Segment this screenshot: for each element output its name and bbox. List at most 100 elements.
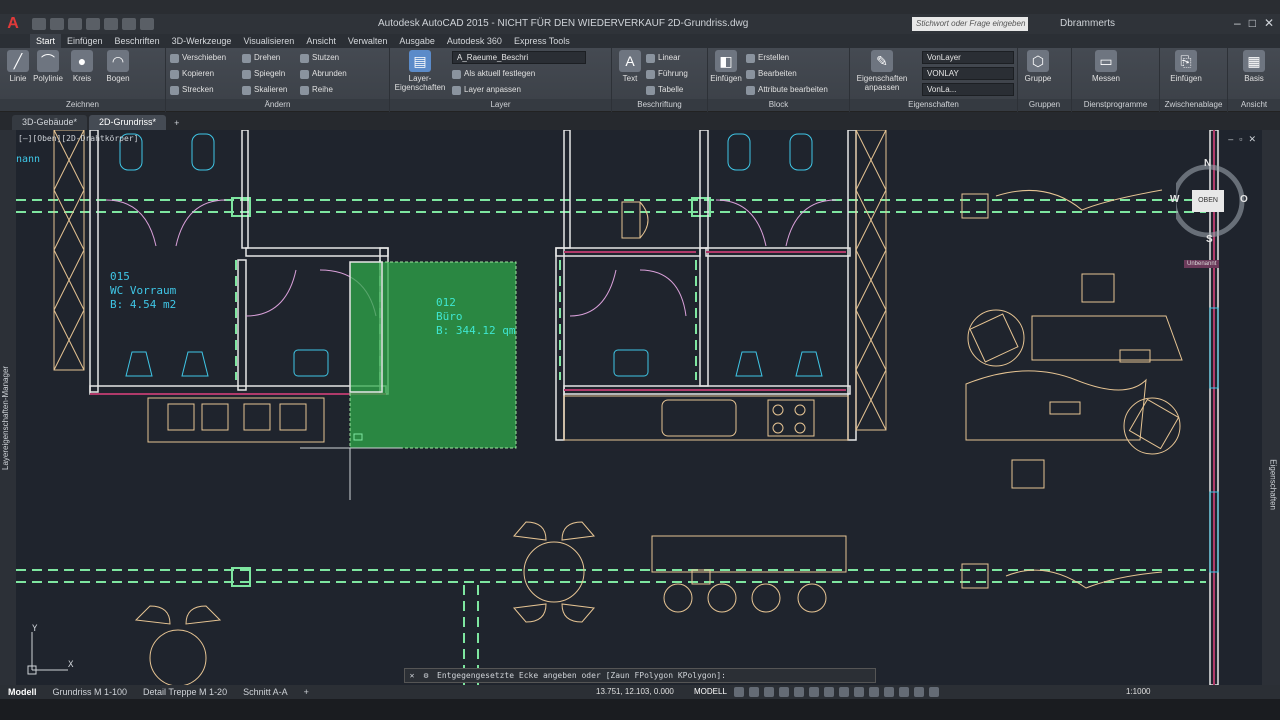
user-account[interactable]: Dbrammerts bbox=[1060, 18, 1115, 29]
redo-icon[interactable] bbox=[140, 18, 154, 30]
tab-ansicht[interactable]: Ansicht bbox=[300, 36, 342, 46]
new-file-icon[interactable] bbox=[32, 18, 46, 30]
edit-block-button[interactable]: Bearbeiten bbox=[746, 67, 797, 81]
minimize-icon[interactable]: – bbox=[1234, 16, 1241, 30]
ortho-icon[interactable] bbox=[764, 687, 774, 697]
linear-dim-button[interactable]: Linear bbox=[646, 51, 680, 65]
group-label-beschriftung[interactable]: Beschriftung bbox=[612, 99, 707, 111]
properties-palette[interactable]: Eigenschaften bbox=[1262, 130, 1280, 685]
doc-tab-2d-grundriss[interactable]: 2D-Grundriss* bbox=[89, 115, 167, 130]
viewport-restore-icon[interactable]: ▫ bbox=[1239, 134, 1242, 145]
new-tab-icon[interactable]: + bbox=[168, 116, 185, 130]
tab-verwalten[interactable]: Verwalten bbox=[342, 36, 394, 46]
workspace-icon[interactable] bbox=[914, 687, 924, 697]
leader-button[interactable]: Führung bbox=[646, 67, 688, 81]
move-button[interactable]: Verschieben bbox=[170, 51, 226, 65]
compass-east[interactable]: O bbox=[1240, 194, 1248, 205]
layer-properties-button[interactable]: ▤ Layer-Eigenschaften bbox=[392, 50, 448, 92]
undo-icon[interactable] bbox=[122, 18, 136, 30]
color-dropdown[interactable]: VonLayer bbox=[922, 51, 1014, 64]
3d-osnap-icon[interactable] bbox=[869, 687, 879, 697]
dynamic-ucs-icon[interactable] bbox=[884, 687, 894, 697]
annotation-icon[interactable] bbox=[899, 687, 909, 697]
drawing-area[interactable]: [–][Oben][2D-Drahtkörper] – ▫ ✕ nann 015… bbox=[16, 130, 1262, 685]
print-icon[interactable] bbox=[104, 18, 118, 30]
model-space-button[interactable]: MODELL bbox=[694, 685, 727, 699]
compass-west[interactable]: W bbox=[1170, 194, 1179, 205]
edit-attributes-button[interactable]: Attribute bearbeiten bbox=[746, 83, 828, 97]
stretch-button[interactable]: Strecken bbox=[170, 83, 214, 97]
group-button[interactable]: ⬡ Gruppe bbox=[1020, 50, 1056, 83]
isolate-icon[interactable] bbox=[929, 687, 939, 697]
array-button[interactable]: Reihe bbox=[300, 83, 333, 97]
group-label-eigenschaften[interactable]: Eigenschaften bbox=[850, 99, 1017, 111]
group-label-ansicht[interactable]: Ansicht bbox=[1228, 99, 1280, 111]
rotate-button[interactable]: Drehen bbox=[242, 51, 280, 65]
viewport-close-icon[interactable]: ✕ bbox=[1248, 134, 1256, 145]
selection-window[interactable] bbox=[349, 261, 517, 449]
tab-autodesk-360[interactable]: Autodesk 360 bbox=[441, 36, 508, 46]
otrack-icon[interactable] bbox=[809, 687, 819, 697]
open-file-icon[interactable] bbox=[50, 18, 64, 30]
room-label-012[interactable]: 012 Büro B: 344.12 qm bbox=[436, 296, 515, 338]
tab-start[interactable]: Start bbox=[30, 34, 62, 48]
tab-beschriften[interactable]: Beschriften bbox=[109, 36, 166, 46]
snap-icon[interactable] bbox=[749, 687, 759, 697]
viewcube-face-top[interactable]: OBEN bbox=[1192, 190, 1224, 212]
set-current-button[interactable]: Als aktuell festlegen bbox=[452, 67, 535, 81]
save-icon[interactable] bbox=[68, 18, 82, 30]
add-layout-icon[interactable]: + bbox=[296, 687, 317, 697]
trim-button[interactable]: Stutzen bbox=[300, 51, 339, 65]
wcs-menu[interactable]: Unbenannt bbox=[1184, 260, 1220, 268]
group-label-aendern[interactable]: Ändern bbox=[166, 99, 389, 111]
base-view-button[interactable]: ▦ Basis bbox=[1236, 50, 1272, 83]
mirror-button[interactable]: Spiegeln bbox=[242, 67, 285, 81]
match-layer-button[interactable]: Layer anpassen bbox=[452, 83, 521, 97]
insert-block-button[interactable]: ◧ Einfügen bbox=[708, 50, 744, 83]
table-button[interactable]: Tabelle bbox=[646, 83, 683, 97]
app-logo-icon[interactable]: A bbox=[0, 14, 26, 34]
close-icon[interactable]: ✕ bbox=[1264, 16, 1274, 30]
arc-button[interactable]: ◠ Bogen bbox=[100, 50, 136, 83]
transparency-icon[interactable] bbox=[839, 687, 849, 697]
text-button[interactable]: A Text bbox=[612, 50, 648, 83]
circle-button[interactable]: ● Kreis bbox=[64, 50, 100, 83]
group-label-zwischenablage[interactable]: Zwischenablage bbox=[1160, 99, 1227, 111]
help-search-input[interactable]: Stichwort oder Frage eingeben bbox=[912, 17, 1028, 31]
maximize-icon[interactable]: □ bbox=[1249, 16, 1256, 30]
viewport-controls-label[interactable]: [–][Oben][2D-Drahtkörper] bbox=[18, 134, 138, 143]
layout-tab-detail-treppe[interactable]: Detail Treppe M 1-20 bbox=[135, 687, 235, 697]
compass-south[interactable]: S bbox=[1206, 234, 1213, 245]
annotation-scale[interactable]: 1:1000 bbox=[1126, 685, 1150, 699]
tab-visualisieren[interactable]: Visualisieren bbox=[237, 36, 300, 46]
layout-tab-modell[interactable]: Modell bbox=[0, 687, 45, 697]
layer-dropdown[interactable]: A_Raeume_Beschri bbox=[452, 51, 586, 64]
group-label-zeichnen[interactable]: Zeichnen bbox=[0, 99, 165, 111]
tab-3d-werkzeuge[interactable]: 3D-Werkzeuge bbox=[166, 36, 238, 46]
wrench-icon[interactable]: ⚙ bbox=[419, 671, 433, 680]
polyline-button[interactable]: ⌒ Polylinie bbox=[28, 50, 68, 83]
tab-ausgabe[interactable]: Ausgabe bbox=[393, 36, 441, 46]
lineweight-icon[interactable] bbox=[824, 687, 834, 697]
viewport-minimize-icon[interactable]: – bbox=[1228, 134, 1233, 145]
paste-button[interactable]: ⎘ Einfügen bbox=[1168, 50, 1204, 83]
grid-icon[interactable] bbox=[734, 687, 744, 697]
match-properties-button[interactable]: ✎ Eigenschaften anpassen bbox=[852, 50, 912, 92]
fillet-button[interactable]: Abrunden bbox=[300, 67, 347, 81]
group-label-dienstprogramme[interactable]: Dienstprogramme bbox=[1072, 99, 1159, 111]
layout-tab-grundriss[interactable]: Grundriss M 1-100 bbox=[45, 687, 136, 697]
scale-button[interactable]: Skalieren bbox=[242, 83, 287, 97]
create-block-button[interactable]: Erstellen bbox=[746, 51, 789, 65]
close-icon[interactable]: ✕ bbox=[405, 671, 419, 680]
viewcube[interactable]: OBEN N S W O bbox=[1170, 158, 1252, 246]
save-as-icon[interactable] bbox=[86, 18, 100, 30]
compass-north[interactable]: N bbox=[1204, 158, 1211, 169]
command-line[interactable]: ✕ ⚙ Entgegengesetzte Ecke angeben oder [… bbox=[404, 668, 876, 683]
measure-button[interactable]: ▭ Messen bbox=[1088, 50, 1124, 83]
osnap-icon[interactable] bbox=[794, 687, 804, 697]
lineweight-dropdown[interactable]: VonLa... bbox=[922, 83, 1014, 96]
linetype-dropdown[interactable]: VONLAY bbox=[922, 67, 1014, 80]
doc-tab-3d-gebaeude[interactable]: 3D-Gebäude* bbox=[12, 115, 88, 130]
copy-button[interactable]: Kopieren bbox=[170, 67, 214, 81]
layout-tab-schnitt[interactable]: Schnitt A-A bbox=[235, 687, 296, 697]
